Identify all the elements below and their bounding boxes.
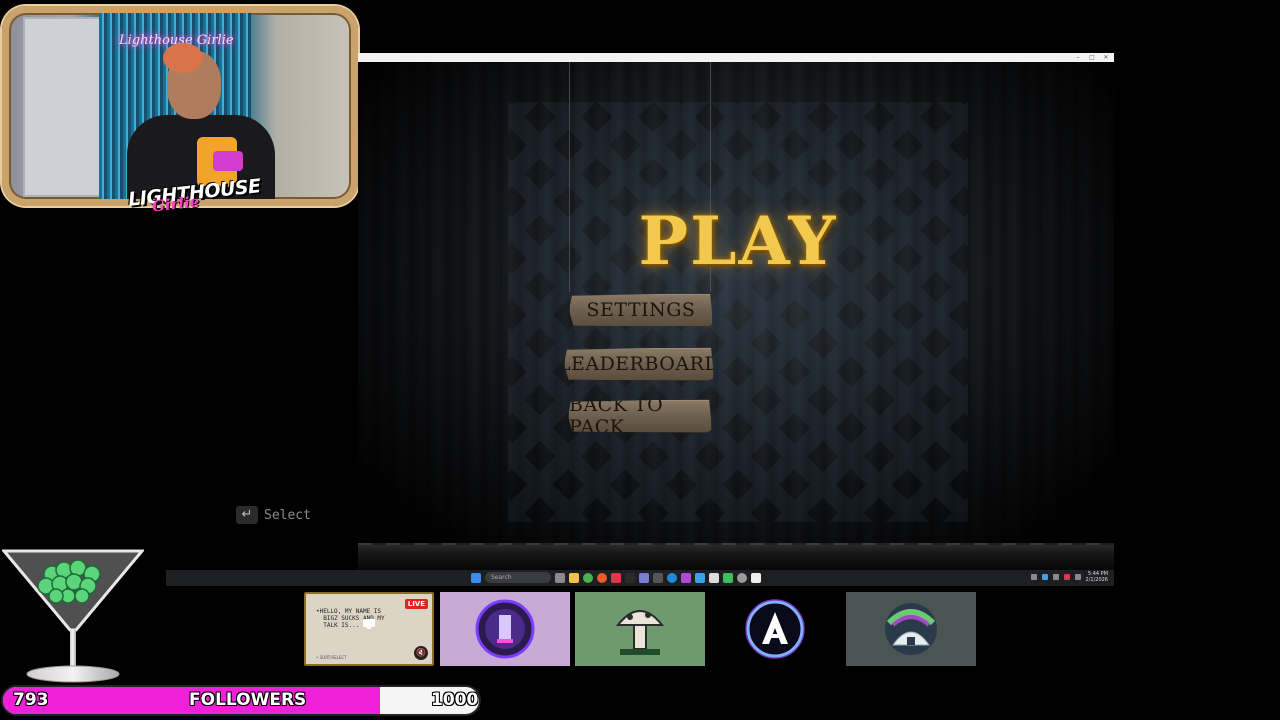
- game-window: – □ ✕ PLAY SETTINGS LEADERBOARD BACK TO …: [358, 53, 1114, 585]
- leaderboard-button[interactable]: LEADERBOARD: [564, 347, 714, 381]
- a-logo-tile: [710, 592, 840, 666]
- taskbar-pinned-apps: Search: [471, 572, 761, 583]
- follower-goal: 1000: [431, 690, 479, 710]
- wifi-icon[interactable]: [1052, 574, 1059, 580]
- system-tray: 5:44 PM 2/1/2026: [1030, 571, 1108, 583]
- app-purple-icon[interactable]: [639, 572, 649, 583]
- select-hint: ↵ Select: [236, 506, 311, 524]
- tray-clock[interactable]: 5:44 PM 2/1/2026: [1086, 571, 1108, 583]
- channel-logo-subtext: Girlie: [151, 192, 201, 216]
- streamer-hair: [163, 43, 203, 73]
- file-explorer-icon[interactable]: [569, 572, 579, 583]
- cloud-icon[interactable]: [1041, 574, 1048, 580]
- enter-key-icon: ↵: [236, 506, 258, 524]
- lighthouse-badge-icon: [475, 599, 535, 659]
- mushroom-badge-tile: [575, 592, 705, 666]
- igloo-badge-tile: [846, 592, 976, 666]
- app-red-icon[interactable]: [611, 572, 621, 583]
- lighthouse-badge-tile: [440, 592, 570, 666]
- app-blue-icon[interactable]: [695, 572, 705, 583]
- app-grey-icon[interactable]: [653, 572, 663, 583]
- igloo-badge-icon: [885, 603, 937, 655]
- webcam-overlay: Lighthouse Girlie: [2, 6, 358, 206]
- settings-button[interactable]: SETTINGS: [569, 293, 713, 327]
- chevron-up-icon[interactable]: [1030, 574, 1037, 580]
- martini-glass-icon: [2, 549, 144, 683]
- app-dark-icon[interactable]: [625, 572, 635, 583]
- a-logo-icon: [745, 599, 805, 659]
- stage-curtain-background: PLAY SETTINGS LEADERBOARD BACK TO PACK: [358, 62, 1114, 567]
- windows-taskbar: Search 5:44 PM 2/1/2026: [166, 570, 1114, 586]
- window-titlebar: – □ ✕: [358, 53, 1114, 62]
- record-icon[interactable]: [1063, 574, 1070, 580]
- app-violet-icon[interactable]: [681, 572, 691, 583]
- play-button[interactable]: PLAY: [538, 202, 938, 280]
- mute-icon[interactable]: 🔇: [414, 646, 428, 660]
- select-label: Select: [264, 507, 311, 523]
- taskbar-search[interactable]: Search: [485, 572, 551, 583]
- settings-gear-icon[interactable]: [737, 572, 747, 583]
- app-doc-icon[interactable]: [751, 572, 761, 583]
- close-button[interactable]: ✕: [1102, 53, 1110, 62]
- edge-icon[interactable]: [667, 572, 677, 583]
- start-icon[interactable]: [471, 572, 481, 583]
- back-to-pack-button[interactable]: BACK TO PACK: [568, 399, 712, 433]
- window-controls: – □ ✕: [1074, 53, 1110, 62]
- chrome-icon[interactable]: [583, 572, 593, 583]
- webcam-door: [23, 17, 101, 197]
- follower-label: FOLLOWERS: [189, 690, 307, 710]
- task-view-icon[interactable]: [555, 572, 565, 583]
- live-badge: LIVE: [404, 599, 428, 609]
- chat-message: •HELLO, MY NAME IS BIGZ SUCKS AND MY TAL…: [316, 608, 385, 629]
- streamer-shirt-accent: [213, 151, 243, 171]
- follower-goal-bar: 793 FOLLOWERS 1000: [1, 685, 481, 716]
- chat-footer: • SORT/SELECT: [316, 655, 347, 660]
- app-white-icon[interactable]: [709, 572, 719, 583]
- minimize-button[interactable]: –: [1074, 53, 1082, 62]
- app-green-icon[interactable]: [723, 572, 733, 583]
- mushroom-badge-icon: [615, 610, 665, 655]
- tray-date: 2/1/2026: [1085, 577, 1108, 583]
- browser-icon[interactable]: [597, 572, 607, 583]
- monitor-icon: [363, 619, 375, 629]
- volume-icon[interactable]: [1074, 574, 1081, 580]
- stage-floor: [358, 545, 1114, 567]
- chat-tile: •HELLO, MY NAME IS BIGZ SUCKS AND MY TAL…: [304, 592, 434, 666]
- follower-count: 793: [13, 690, 49, 710]
- maximize-button[interactable]: □: [1088, 53, 1096, 62]
